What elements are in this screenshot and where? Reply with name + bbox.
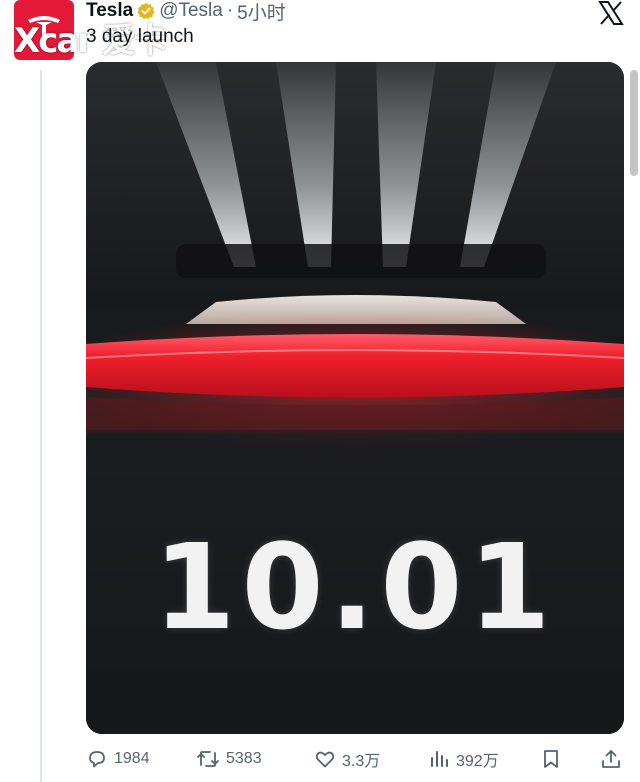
author-name[interactable]: Tesla (86, 0, 133, 22)
bookmark-button[interactable] (540, 748, 562, 770)
post-time[interactable]: 5小时 (237, 0, 286, 25)
reply-button[interactable]: 1984 (86, 748, 150, 770)
share-button[interactable] (600, 748, 622, 770)
like-button[interactable]: 3.3万 (314, 747, 380, 771)
author-handle[interactable]: @Tesla (159, 0, 223, 22)
bookmark-icon (544, 750, 558, 768)
tweet-actions: 1984 5383 3.3万 392万 (86, 744, 626, 774)
launch-date-text: 10.01 (153, 518, 557, 656)
share-icon (602, 750, 620, 768)
heart-icon (315, 751, 335, 768)
like-count: 3.3万 (342, 753, 381, 770)
meta-separator: · (226, 0, 234, 21)
views-icon (431, 751, 448, 767)
retweet-button[interactable]: 5383 (196, 748, 262, 770)
tweet-header: Tesla @Tesla · 5小时 (86, 0, 286, 25)
x-logo-icon (598, 0, 624, 26)
thread-line (40, 70, 42, 782)
tweet-text: 3 day launch (86, 26, 194, 47)
retweet-icon (197, 751, 219, 767)
reply-icon (89, 751, 105, 768)
retweet-count: 5383 (226, 750, 262, 767)
scrollbar-thumb[interactable] (630, 70, 638, 176)
tweet-card: Xcar 爱卡 Tesla @Tesla · 5小时 3 day launch (0, 0, 640, 782)
views-button[interactable]: 392万 (428, 747, 499, 771)
verified-badge-icon (137, 2, 155, 20)
reply-count: 1984 (114, 750, 150, 767)
tweet-media-image[interactable]: 10.01 (86, 62, 624, 734)
tail-light-bar (86, 334, 624, 398)
views-count: 392万 (456, 753, 499, 770)
